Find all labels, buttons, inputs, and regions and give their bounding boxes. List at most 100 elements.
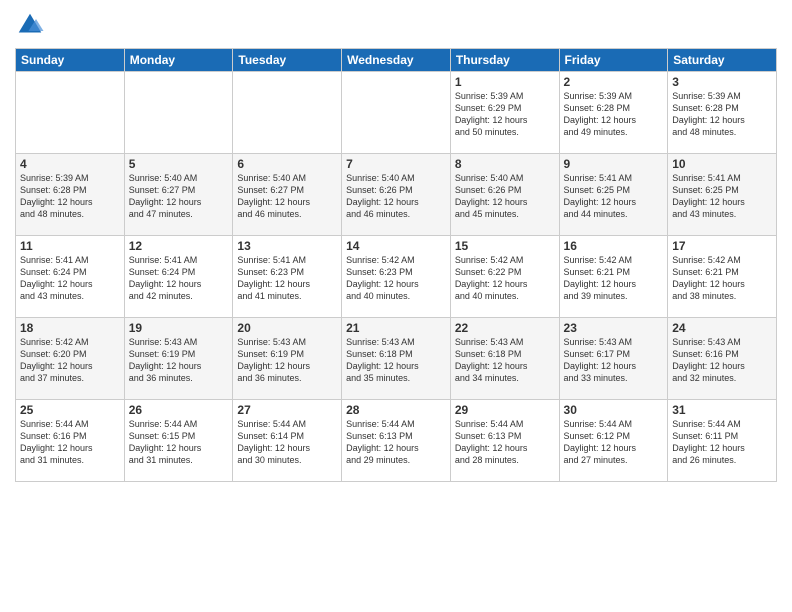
- day-number: 18: [20, 321, 120, 335]
- day-number: 4: [20, 157, 120, 171]
- calendar-cell: 29Sunrise: 5:44 AMSunset: 6:13 PMDayligh…: [450, 400, 559, 482]
- calendar-cell: 12Sunrise: 5:41 AMSunset: 6:24 PMDayligh…: [124, 236, 233, 318]
- day-info: Sunrise: 5:41 AMSunset: 6:24 PMDaylight:…: [20, 254, 120, 303]
- day-header-monday: Monday: [124, 49, 233, 72]
- day-info: Sunrise: 5:44 AMSunset: 6:13 PMDaylight:…: [455, 418, 555, 467]
- day-info: Sunrise: 5:43 AMSunset: 6:18 PMDaylight:…: [346, 336, 446, 385]
- calendar-cell: 28Sunrise: 5:44 AMSunset: 6:13 PMDayligh…: [342, 400, 451, 482]
- day-info: Sunrise: 5:43 AMSunset: 6:19 PMDaylight:…: [237, 336, 337, 385]
- calendar-cell: 13Sunrise: 5:41 AMSunset: 6:23 PMDayligh…: [233, 236, 342, 318]
- day-number: 14: [346, 239, 446, 253]
- calendar-cell: 23Sunrise: 5:43 AMSunset: 6:17 PMDayligh…: [559, 318, 668, 400]
- calendar-cell: 20Sunrise: 5:43 AMSunset: 6:19 PMDayligh…: [233, 318, 342, 400]
- day-number: 29: [455, 403, 555, 417]
- calendar-cell: [124, 72, 233, 154]
- day-number: 19: [129, 321, 229, 335]
- day-info: Sunrise: 5:41 AMSunset: 6:25 PMDaylight:…: [672, 172, 772, 221]
- logo: [15, 10, 49, 40]
- calendar-cell: 24Sunrise: 5:43 AMSunset: 6:16 PMDayligh…: [668, 318, 777, 400]
- calendar-cell: 16Sunrise: 5:42 AMSunset: 6:21 PMDayligh…: [559, 236, 668, 318]
- page: SundayMondayTuesdayWednesdayThursdayFrid…: [0, 0, 792, 612]
- calendar-cell: [342, 72, 451, 154]
- day-info: Sunrise: 5:40 AMSunset: 6:27 PMDaylight:…: [237, 172, 337, 221]
- calendar-cell: 15Sunrise: 5:42 AMSunset: 6:22 PMDayligh…: [450, 236, 559, 318]
- day-number: 1: [455, 75, 555, 89]
- day-number: 30: [564, 403, 664, 417]
- calendar-cell: 27Sunrise: 5:44 AMSunset: 6:14 PMDayligh…: [233, 400, 342, 482]
- calendar-week-row: 11Sunrise: 5:41 AMSunset: 6:24 PMDayligh…: [16, 236, 777, 318]
- calendar-cell: 25Sunrise: 5:44 AMSunset: 6:16 PMDayligh…: [16, 400, 125, 482]
- day-info: Sunrise: 5:42 AMSunset: 6:21 PMDaylight:…: [672, 254, 772, 303]
- day-number: 7: [346, 157, 446, 171]
- day-number: 22: [455, 321, 555, 335]
- day-number: 15: [455, 239, 555, 253]
- day-info: Sunrise: 5:40 AMSunset: 6:27 PMDaylight:…: [129, 172, 229, 221]
- day-header-wednesday: Wednesday: [342, 49, 451, 72]
- day-info: Sunrise: 5:42 AMSunset: 6:23 PMDaylight:…: [346, 254, 446, 303]
- day-number: 28: [346, 403, 446, 417]
- day-number: 26: [129, 403, 229, 417]
- calendar-cell: 5Sunrise: 5:40 AMSunset: 6:27 PMDaylight…: [124, 154, 233, 236]
- calendar-week-row: 25Sunrise: 5:44 AMSunset: 6:16 PMDayligh…: [16, 400, 777, 482]
- day-info: Sunrise: 5:40 AMSunset: 6:26 PMDaylight:…: [455, 172, 555, 221]
- day-info: Sunrise: 5:42 AMSunset: 6:20 PMDaylight:…: [20, 336, 120, 385]
- day-info: Sunrise: 5:43 AMSunset: 6:17 PMDaylight:…: [564, 336, 664, 385]
- calendar-week-row: 18Sunrise: 5:42 AMSunset: 6:20 PMDayligh…: [16, 318, 777, 400]
- calendar-cell: 9Sunrise: 5:41 AMSunset: 6:25 PMDaylight…: [559, 154, 668, 236]
- day-header-friday: Friday: [559, 49, 668, 72]
- day-number: 31: [672, 403, 772, 417]
- day-info: Sunrise: 5:40 AMSunset: 6:26 PMDaylight:…: [346, 172, 446, 221]
- calendar-cell: 7Sunrise: 5:40 AMSunset: 6:26 PMDaylight…: [342, 154, 451, 236]
- day-info: Sunrise: 5:39 AMSunset: 6:28 PMDaylight:…: [20, 172, 120, 221]
- day-info: Sunrise: 5:42 AMSunset: 6:21 PMDaylight:…: [564, 254, 664, 303]
- day-info: Sunrise: 5:39 AMSunset: 6:28 PMDaylight:…: [672, 90, 772, 139]
- day-info: Sunrise: 5:44 AMSunset: 6:11 PMDaylight:…: [672, 418, 772, 467]
- calendar-cell: 14Sunrise: 5:42 AMSunset: 6:23 PMDayligh…: [342, 236, 451, 318]
- day-number: 16: [564, 239, 664, 253]
- calendar-cell: 17Sunrise: 5:42 AMSunset: 6:21 PMDayligh…: [668, 236, 777, 318]
- day-number: 25: [20, 403, 120, 417]
- calendar-cell: 30Sunrise: 5:44 AMSunset: 6:12 PMDayligh…: [559, 400, 668, 482]
- calendar-table: SundayMondayTuesdayWednesdayThursdayFrid…: [15, 48, 777, 482]
- header: [15, 10, 777, 40]
- day-number: 6: [237, 157, 337, 171]
- day-number: 17: [672, 239, 772, 253]
- calendar-cell: 3Sunrise: 5:39 AMSunset: 6:28 PMDaylight…: [668, 72, 777, 154]
- logo-icon: [15, 10, 45, 40]
- calendar-cell: 22Sunrise: 5:43 AMSunset: 6:18 PMDayligh…: [450, 318, 559, 400]
- day-number: 5: [129, 157, 229, 171]
- day-number: 2: [564, 75, 664, 89]
- day-number: 20: [237, 321, 337, 335]
- day-number: 23: [564, 321, 664, 335]
- day-header-tuesday: Tuesday: [233, 49, 342, 72]
- calendar-cell: 8Sunrise: 5:40 AMSunset: 6:26 PMDaylight…: [450, 154, 559, 236]
- day-info: Sunrise: 5:44 AMSunset: 6:13 PMDaylight:…: [346, 418, 446, 467]
- day-header-thursday: Thursday: [450, 49, 559, 72]
- day-info: Sunrise: 5:41 AMSunset: 6:23 PMDaylight:…: [237, 254, 337, 303]
- calendar-cell: 11Sunrise: 5:41 AMSunset: 6:24 PMDayligh…: [16, 236, 125, 318]
- day-number: 13: [237, 239, 337, 253]
- calendar-week-row: 4Sunrise: 5:39 AMSunset: 6:28 PMDaylight…: [16, 154, 777, 236]
- day-number: 8: [455, 157, 555, 171]
- day-info: Sunrise: 5:43 AMSunset: 6:18 PMDaylight:…: [455, 336, 555, 385]
- day-header-saturday: Saturday: [668, 49, 777, 72]
- day-info: Sunrise: 5:43 AMSunset: 6:19 PMDaylight:…: [129, 336, 229, 385]
- day-number: 9: [564, 157, 664, 171]
- calendar-header-row: SundayMondayTuesdayWednesdayThursdayFrid…: [16, 49, 777, 72]
- calendar-cell: 1Sunrise: 5:39 AMSunset: 6:29 PMDaylight…: [450, 72, 559, 154]
- day-number: 27: [237, 403, 337, 417]
- day-info: Sunrise: 5:41 AMSunset: 6:25 PMDaylight:…: [564, 172, 664, 221]
- calendar-cell: 21Sunrise: 5:43 AMSunset: 6:18 PMDayligh…: [342, 318, 451, 400]
- calendar-cell: 26Sunrise: 5:44 AMSunset: 6:15 PMDayligh…: [124, 400, 233, 482]
- day-number: 11: [20, 239, 120, 253]
- calendar-cell: [16, 72, 125, 154]
- calendar-cell: 19Sunrise: 5:43 AMSunset: 6:19 PMDayligh…: [124, 318, 233, 400]
- calendar-cell: 6Sunrise: 5:40 AMSunset: 6:27 PMDaylight…: [233, 154, 342, 236]
- day-info: Sunrise: 5:39 AMSunset: 6:29 PMDaylight:…: [455, 90, 555, 139]
- day-info: Sunrise: 5:41 AMSunset: 6:24 PMDaylight:…: [129, 254, 229, 303]
- day-info: Sunrise: 5:44 AMSunset: 6:12 PMDaylight:…: [564, 418, 664, 467]
- day-number: 10: [672, 157, 772, 171]
- calendar-cell: [233, 72, 342, 154]
- calendar-cell: 10Sunrise: 5:41 AMSunset: 6:25 PMDayligh…: [668, 154, 777, 236]
- calendar-cell: 31Sunrise: 5:44 AMSunset: 6:11 PMDayligh…: [668, 400, 777, 482]
